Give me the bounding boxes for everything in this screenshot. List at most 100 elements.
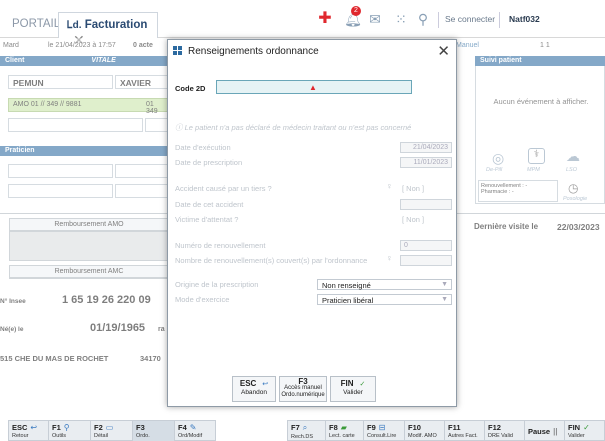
pencil-icon: ✎ <box>189 423 197 432</box>
warning-row: ⓘ Le patient n'a pas déclaré de médecin … <box>175 122 411 133</box>
ordo-numerique-label: Ordo.numérique <box>281 392 325 398</box>
grid-app-icon <box>173 46 182 55</box>
fkey-fin-key: FIN <box>568 423 581 432</box>
fkey-f7[interactable]: F7 ⌕ Rech.DS <box>288 421 326 441</box>
origine-value: Non renseigné <box>322 281 371 290</box>
tools-icon: ⚲ <box>63 423 70 432</box>
fkey-f8-label: Lect. carte <box>329 433 355 439</box>
lightbulb-icon[interactable]: ♀ <box>386 181 393 191</box>
close-icon[interactable]: ✕ <box>437 42 450 60</box>
fkey-f11[interactable]: F11 Autres Fact. <box>445 421 485 441</box>
fkey-f8[interactable]: F8 ▰ Lect. carte <box>326 421 364 441</box>
tab-facturation[interactable]: Ꮮd. Facturation ✕ <box>58 12 158 48</box>
tab-portail-label: PORTAIL <box>12 18 61 30</box>
fkey-f11-key: F11 <box>448 423 461 432</box>
fkey-f9[interactable]: F9 ⊟ Consult.Lire <box>364 421 405 441</box>
abandon-key: ESC <box>239 379 257 388</box>
acces-manuel-button[interactable]: F3 Accès manuel Ordo.numérique <box>279 376 327 402</box>
fkey-f4-label: Ord/Modif <box>178 433 203 439</box>
return-icon: ↩ <box>262 381 269 388</box>
fkey-f10-label: Modif. AMO <box>408 433 437 439</box>
function-bar-right: F7 ⌕ Rech.DS F8 ▰ Lect. carte F9 ⊟ Consult.Lir… <box>287 420 605 441</box>
fkey-fin[interactable]: FIN ✓ Valider <box>565 421 605 441</box>
fkey-f9-label: Consult.Lire <box>367 433 397 439</box>
victime-value[interactable]: [ Non ] <box>402 215 424 224</box>
fkey-f11-label: Autres Fact. <box>448 433 478 439</box>
fkey-f3-label: Ordo. <box>136 433 150 439</box>
folder-icon: ▭ <box>105 423 114 432</box>
check-icon: ✓ <box>583 423 590 432</box>
mode-label: Mode d'exercice <box>175 295 230 304</box>
valider-key: FIN <box>340 379 354 388</box>
victime-label: Victime d'attentat ? <box>175 215 239 224</box>
network-icon[interactable]: ⚲ <box>414 10 432 28</box>
dialog-title-bar: Renseignements ordonnance <box>168 40 456 62</box>
num-renouv-input[interactable]: 0 <box>400 240 452 251</box>
date-prescription-label: Date de prescription <box>175 158 243 167</box>
apps-grid-icon[interactable]: ⁙ <box>392 10 410 28</box>
acces-manuel-key: F3 <box>298 377 308 386</box>
chevron-down-icon: ▼ <box>441 296 448 303</box>
fkey-f2-key: F2 <box>94 423 103 432</box>
fkey-f12[interactable]: F12 DRE Valid <box>485 421 525 441</box>
fkey-f10[interactable]: F10 Modif. AMO <box>405 421 445 441</box>
acces-manuel-label: Accès manuel <box>284 385 322 391</box>
ordonnance-dialog: Renseignements ordonnance ✕ Code 2D ▲ ⓘ … <box>167 39 457 407</box>
date-execution-label: Date d'exécution <box>175 143 231 152</box>
accident-value[interactable]: [ Non ] <box>402 184 424 193</box>
mail-icon[interactable]: ✉ <box>366 10 384 28</box>
abandon-button[interactable]: ESC ↩ Abandon <box>232 376 276 402</box>
mode-value: Praticien libéral <box>322 296 374 305</box>
fkey-f2-label: Détail <box>94 433 109 439</box>
dialog-title: Renseignements ordonnance <box>188 46 319 57</box>
info-icon: ⓘ <box>175 123 183 132</box>
fkey-esc-key: ESC <box>12 423 28 432</box>
fkey-f3-key: F3 <box>136 423 145 432</box>
date-execution-input[interactable]: 21/04/2023 <box>400 142 452 153</box>
date-accident-input[interactable] <box>400 199 452 210</box>
fkey-f4[interactable]: F4 ✎ Ord/Modif <box>175 421 217 441</box>
fkey-pause[interactable]: Pause || <box>525 421 565 441</box>
fkey-f4-key: F4 <box>178 423 187 432</box>
pause-icon: || <box>553 427 558 436</box>
num-renouv-label: Numéro de renouvellement <box>175 241 266 250</box>
accident-label: Accident causé par un tiers ? <box>175 184 272 193</box>
connect-link[interactable]: Se connecter <box>445 14 495 24</box>
date-accident-label: Date de cet accident <box>175 200 244 209</box>
fkey-esc[interactable]: ESC ↩ Retour <box>9 421 49 441</box>
notification-badge: 2 <box>351 6 361 16</box>
function-bar-left: ESC ↩ Retour F1 ⚲ Outils F2 ▭ Détail F3 Ordo. F… <box>8 420 216 441</box>
nb-renouv-label: Nombre de renouvellement(s) couvert(s) p… <box>175 256 368 265</box>
fkey-f8-key: F8 <box>329 423 338 432</box>
lightbulb-icon[interactable]: ♀ <box>386 253 393 263</box>
user-label[interactable]: Natf032 <box>509 14 540 24</box>
nb-renouv-input[interactable] <box>400 255 452 266</box>
fkey-f1-key: F1 <box>52 423 61 432</box>
valider-button[interactable]: FIN ✓ Valider <box>330 376 376 402</box>
search-icon: ⌕ <box>302 423 308 432</box>
divider <box>438 12 439 28</box>
code2d-label: Code 2D <box>175 84 206 93</box>
fkey-f3[interactable]: F3 Ordo. <box>133 421 175 441</box>
fkey-esc-label: Retour <box>12 433 29 439</box>
valider-label: Valider <box>343 389 363 396</box>
fkey-f10-key: F10 <box>408 423 421 432</box>
facturation-icon: Ꮮd. <box>67 20 82 31</box>
return-icon: ↩ <box>30 423 38 432</box>
fkey-fin-label: Valider <box>568 433 585 439</box>
date-prescription-input[interactable]: 11/01/2023 <box>400 157 452 168</box>
alert-triangle-icon: ▲ <box>309 83 317 92</box>
mode-select[interactable]: Praticien libéral ▼ <box>317 294 452 305</box>
fkey-f1-label: Outils <box>52 433 67 439</box>
fkey-f12-key: F12 <box>488 423 501 432</box>
divider <box>499 12 500 28</box>
chevron-down-icon: ▼ <box>441 281 448 288</box>
code2d-input[interactable]: ▲ <box>216 80 412 94</box>
abandon-label: Abandon <box>240 389 268 396</box>
fkey-f7-label: Rech.DS <box>291 434 314 440</box>
origine-select[interactable]: Non renseigné ▼ <box>317 279 452 290</box>
warning-text: Le patient n'a pas déclaré de médecin tr… <box>184 123 412 132</box>
medical-cross-icon[interactable]: ✚ <box>316 10 334 28</box>
fkey-f1[interactable]: F1 ⚲ Outils <box>49 421 91 441</box>
fkey-f2[interactable]: F2 ▭ Détail <box>91 421 133 441</box>
